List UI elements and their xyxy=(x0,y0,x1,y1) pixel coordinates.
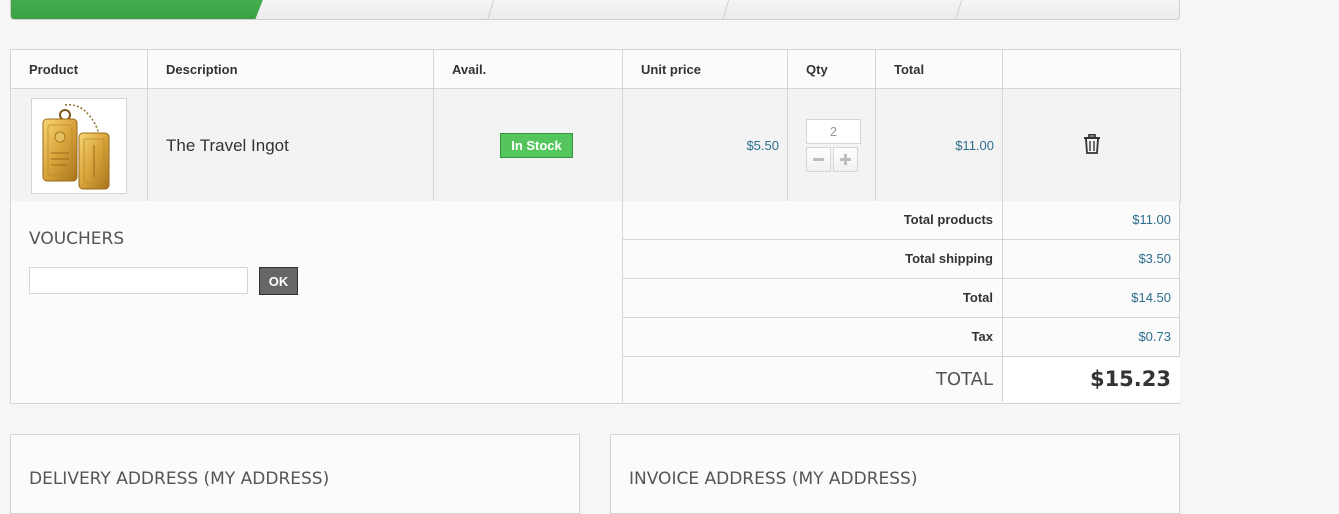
quantity-stepper xyxy=(806,147,874,172)
grand-total-label: TOTAL xyxy=(623,357,1003,402)
totals-row-products: Total products $11.00 xyxy=(623,201,1180,240)
totals-row-total: Total $14.50 xyxy=(623,279,1180,318)
header-product: Product xyxy=(10,49,148,89)
product-thumbnail[interactable] xyxy=(31,97,127,194)
totals-row-shipping: Total shipping $3.50 xyxy=(623,240,1180,279)
cart-footer: VOUCHERS OK Total products $11.00 Total … xyxy=(10,201,1180,404)
header-unit-price: Unit price xyxy=(622,49,788,89)
invoice-address-title: INVOICE ADDRESS (MY ADDRESS) xyxy=(629,469,918,489)
cart-item-row: The Travel Ingot In Stock $5.50 $11.00 xyxy=(10,88,1181,203)
quantity-decrease-button[interactable] xyxy=(806,147,831,172)
header-actions xyxy=(1002,49,1181,89)
quantity-cell xyxy=(787,88,876,203)
total-value: $14.50 xyxy=(1131,290,1171,305)
voucher-code-input[interactable] xyxy=(29,267,248,294)
totals-row-tax: Tax $0.73 xyxy=(623,318,1180,357)
product-cell xyxy=(10,88,148,203)
step-divider xyxy=(954,0,974,19)
quantity-increase-button[interactable] xyxy=(833,147,858,172)
availability-cell: In Stock xyxy=(433,88,623,203)
gold-ingot-image xyxy=(42,103,110,189)
checkout-steps xyxy=(10,0,1180,20)
cart-header-row: Product Description Avail. Unit price Qt… xyxy=(10,49,1181,89)
vouchers-section: VOUCHERS OK xyxy=(11,201,623,403)
line-total: $11.00 xyxy=(875,88,1003,203)
voucher-ok-button[interactable]: OK xyxy=(259,267,298,295)
step-summary-active[interactable] xyxy=(11,0,271,19)
product-name[interactable]: The Travel Ingot xyxy=(147,88,434,203)
grand-total-value: $15.23 xyxy=(1003,357,1180,402)
quantity-input[interactable] xyxy=(806,119,861,144)
header-qty: Qty xyxy=(787,49,876,89)
total-products-value: $11.00 xyxy=(1132,212,1171,227)
totals-section: Total products $11.00 Total shipping $3.… xyxy=(623,201,1180,402)
trash-icon[interactable] xyxy=(1083,134,1101,154)
header-total: Total xyxy=(875,49,1003,89)
cart-table: Product Description Avail. Unit price Qt… xyxy=(10,49,1181,203)
header-description: Description xyxy=(147,49,434,89)
tax-value: $0.73 xyxy=(1138,329,1171,344)
total-products-label: Total products xyxy=(623,201,1003,239)
header-avail: Avail. xyxy=(433,49,623,89)
total-label: Total xyxy=(623,279,1003,317)
total-shipping-value: $3.50 xyxy=(1138,251,1171,266)
vouchers-title: VOUCHERS xyxy=(29,229,125,249)
in-stock-badge: In Stock xyxy=(500,133,573,158)
step-divider xyxy=(721,0,741,19)
totals-row-grand: TOTAL $15.23 xyxy=(623,357,1180,402)
plus-icon xyxy=(840,154,851,165)
delivery-address-title: DELIVERY ADDRESS (MY ADDRESS) xyxy=(29,469,330,489)
tax-label: Tax xyxy=(623,318,1003,356)
delivery-address-box: DELIVERY ADDRESS (MY ADDRESS) xyxy=(10,434,580,514)
invoice-address-box: INVOICE ADDRESS (MY ADDRESS) xyxy=(610,434,1180,514)
minus-icon xyxy=(813,158,824,161)
step-divider xyxy=(486,0,506,19)
total-shipping-label: Total shipping xyxy=(623,240,1003,278)
delete-cell xyxy=(1002,88,1181,203)
unit-price: $5.50 xyxy=(622,88,788,203)
